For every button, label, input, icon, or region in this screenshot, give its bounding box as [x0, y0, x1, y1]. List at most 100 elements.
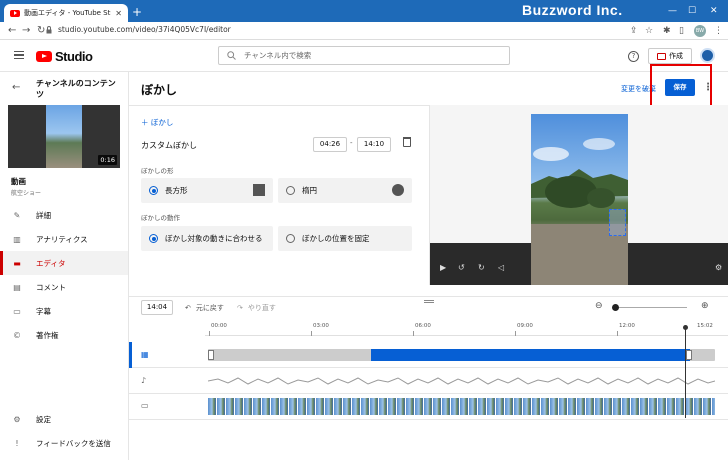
- playhead-handle[interactable]: [683, 325, 688, 330]
- track-end-handle[interactable]: [686, 350, 692, 360]
- back-icon[interactable]: ←: [8, 25, 16, 37]
- pencil-icon: ✎: [13, 210, 21, 220]
- thumbnail-image: [46, 105, 82, 168]
- video-filmstrip[interactable]: [208, 398, 715, 415]
- video-label: 動画: [11, 177, 26, 186]
- studio-header: Studio チャンネル内で検索 ? 作成: [0, 40, 728, 72]
- zoom-out-icon[interactable]: ⊖: [595, 301, 603, 311]
- help-icon[interactable]: ?: [628, 51, 639, 62]
- current-time-field[interactable]: 14:04: [141, 300, 173, 315]
- search-input[interactable]: チャンネル内で検索: [218, 46, 510, 65]
- back-arrow-icon[interactable]: ←: [12, 82, 20, 93]
- undo-icon: ↶: [185, 304, 191, 312]
- sidebar-item-comments[interactable]: ▤ コメント: [0, 275, 128, 299]
- tick-label: 15:02: [697, 323, 713, 329]
- redo-button[interactable]: ↷ やり直す: [237, 303, 276, 313]
- tick-mark: [413, 331, 414, 336]
- option-label: ぼかしの位置を固定: [302, 234, 370, 243]
- analytics-icon: ▥: [13, 234, 21, 244]
- more-options-icon[interactable]: ⋮: [703, 82, 713, 93]
- shape-option-ellipse[interactable]: 楕円: [278, 178, 412, 203]
- motion-option-track[interactable]: ぼかし対象の動きに合わせる: [141, 226, 273, 251]
- sidebar-item-copyright[interactable]: © 著作権: [0, 323, 128, 347]
- video-track-icon: ▭: [141, 401, 149, 410]
- sidebar-item-feedback[interactable]: ! フィードバックを送信: [0, 431, 128, 455]
- sidebar-item-editor[interactable]: ▬ エディタ: [0, 251, 128, 275]
- trash-icon[interactable]: [403, 137, 411, 147]
- zoom-slider-knob[interactable]: [612, 304, 619, 311]
- play-icon[interactable]: ▶: [440, 263, 446, 272]
- radio-selected[interactable]: [149, 234, 158, 243]
- hamburger-menu-icon[interactable]: [14, 51, 24, 59]
- video-duration: 0:16: [98, 155, 117, 165]
- option-label: 楕円: [302, 186, 317, 195]
- browser-menu-icon[interactable]: ⋮: [714, 25, 723, 37]
- time-separator: -: [350, 139, 353, 147]
- resize-handle-icon[interactable]: [424, 300, 434, 303]
- video-camera-icon: [657, 52, 666, 60]
- url-field[interactable]: studio.youtube.com/video/37i4Q05Vc7I/edi…: [58, 25, 231, 34]
- shape-option-rectangle[interactable]: 長方形: [141, 178, 273, 203]
- radio-unselected[interactable]: [286, 234, 295, 243]
- volume-icon[interactable]: ◁: [498, 263, 504, 272]
- video-preview[interactable]: ▶ ↺ ↻ ◁ ⚙: [429, 105, 728, 285]
- music-note-icon: ♪: [141, 376, 147, 385]
- sidebar-item-label: 詳細: [36, 210, 51, 220]
- sidebar-title: チャンネルのコンテンツ: [36, 79, 116, 99]
- bookmark-star-icon[interactable]: ☆: [645, 25, 653, 37]
- maximize-icon[interactable]: ☐: [688, 6, 696, 16]
- new-tab-button[interactable]: +: [132, 6, 142, 18]
- zoom-slider-track[interactable]: [613, 307, 687, 308]
- tab-close-icon[interactable]: ✕: [115, 9, 122, 18]
- forward-skip-icon[interactable]: ↻: [478, 263, 485, 272]
- shape-section-label: ぼかしの形: [141, 167, 174, 175]
- subtitles-icon: ▭: [13, 306, 21, 316]
- sidebar-item-analytics[interactable]: ▥ アナリティクス: [0, 227, 128, 251]
- sidebar-item-label: 設定: [36, 414, 51, 424]
- blur-region[interactable]: [609, 209, 626, 236]
- add-blur-button[interactable]: ＋ ぼかし: [141, 117, 173, 128]
- tick-mark: [617, 331, 618, 336]
- reload-icon[interactable]: ↻: [37, 25, 45, 37]
- share-icon[interactable]: ⇪: [630, 25, 638, 37]
- sidebar-item-settings[interactable]: ⚙ 設定: [0, 407, 128, 431]
- minimize-icon[interactable]: —: [668, 6, 677, 16]
- video-title: 航空ショー: [11, 190, 42, 197]
- sidebar-item-label: エディタ: [36, 258, 66, 268]
- undo-button[interactable]: ↶ 元に戻す: [185, 303, 224, 313]
- studio-logo[interactable]: Studio: [36, 49, 93, 64]
- end-time-field[interactable]: 14:10: [357, 137, 391, 152]
- rewind-icon[interactable]: ↺: [458, 263, 465, 272]
- redo-icon: ↷: [237, 304, 243, 312]
- account-avatar[interactable]: [700, 48, 715, 63]
- motion-option-fixed[interactable]: ぼかしの位置を固定: [278, 226, 412, 251]
- blur-segment[interactable]: [371, 349, 690, 361]
- radio-selected[interactable]: [149, 186, 158, 195]
- create-button[interactable]: 作成: [648, 48, 692, 64]
- copyright-icon: ©: [13, 330, 21, 340]
- sidebar-item-subtitles[interactable]: ▭ 字幕: [0, 299, 128, 323]
- audio-waveform: [208, 377, 715, 385]
- browser-profile-avatar[interactable]: BW: [694, 25, 706, 37]
- time-ruler[interactable]: 00:00 03:00 06:00 09:00 12:00 15:02: [205, 320, 728, 336]
- radio-unselected[interactable]: [286, 186, 295, 195]
- ellipse-shape-icon: [392, 184, 404, 196]
- blur-track-icon: ▦: [141, 350, 149, 359]
- motion-section-label: ぼかしの動作: [141, 214, 180, 222]
- player-settings-icon[interactable]: ⚙: [715, 263, 722, 272]
- brand-watermark: Buzzword Inc.: [522, 2, 623, 18]
- start-time-field[interactable]: 04:26: [313, 137, 347, 152]
- forward-icon[interactable]: →: [22, 25, 30, 37]
- browser-tab[interactable]: 動画エディタ - YouTube Studio ✕: [4, 4, 128, 22]
- sidepanel-icon[interactable]: ▯: [679, 25, 684, 37]
- close-window-icon[interactable]: ✕: [710, 6, 718, 16]
- rectangle-shape-icon: [253, 184, 265, 196]
- track-start-handle[interactable]: [208, 350, 214, 360]
- tick-mark: [311, 331, 312, 336]
- zoom-in-icon[interactable]: ⊕: [701, 301, 709, 311]
- sidebar-item-label: アナリティクス: [36, 234, 88, 244]
- sidebar-item-details[interactable]: ✎ 詳細: [0, 203, 128, 227]
- playhead[interactable]: [685, 327, 686, 418]
- extensions-icon[interactable]: ✱: [663, 25, 671, 37]
- video-thumbnail[interactable]: 0:16: [8, 105, 120, 168]
